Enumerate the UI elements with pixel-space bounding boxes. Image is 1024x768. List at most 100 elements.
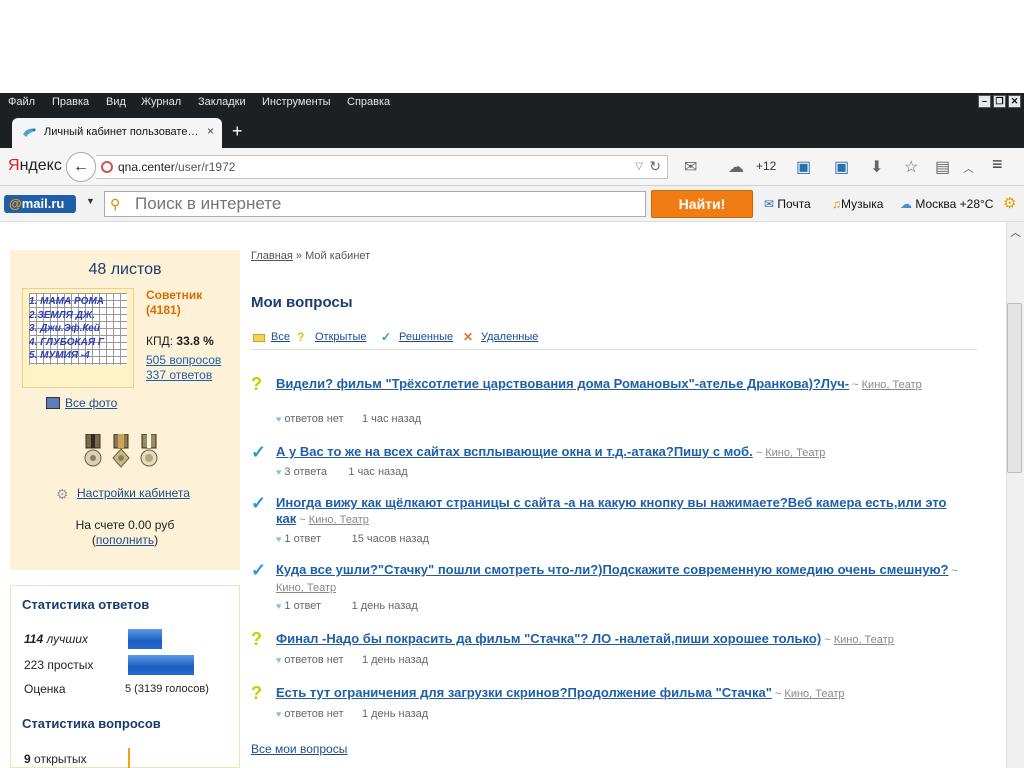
url-host: qna.center [118, 160, 175, 174]
kpd-label: КПД: [146, 334, 174, 348]
weather-cloud-icon[interactable]: ☁ [728, 157, 744, 177]
mailru-dropdown-icon[interactable]: ▼ [86, 196, 95, 206]
url-dropdown-icon[interactable]: ▽ [635, 161, 643, 172]
question-title-link[interactable]: А у Вас то же на всех сайтах всплывающие… [276, 444, 753, 459]
menu-edit[interactable]: Правка [52, 96, 89, 108]
weather-icon: ☁ [900, 197, 912, 211]
question-meta: ♥ ответов нет 1 час назад [276, 413, 421, 425]
checkmark-icon: ✓ [381, 330, 392, 344]
category-separator: ~ [771, 688, 785, 700]
question-meta: ♥ 1 ответ 1 день назад [276, 600, 418, 612]
tab-close-icon[interactable]: × [207, 124, 214, 138]
music-link[interactable]: ♫Музыка [832, 197, 883, 211]
topup-link[interactable]: пополнить [96, 533, 154, 547]
back-button[interactable]: ← [66, 152, 96, 182]
download-icon[interactable]: ⬇ [870, 157, 883, 177]
medal-icon[interactable] [110, 434, 132, 468]
questions-count-link[interactable]: 505 вопросов [146, 353, 221, 367]
category-link[interactable]: Кино, Театр [784, 688, 844, 700]
find-button[interactable]: Найти! [651, 190, 753, 218]
minimize-icon[interactable]: – [978, 95, 991, 108]
mailru-logo[interactable]: @mail.ru [4, 195, 76, 213]
menu-bookmarks[interactable]: Закладки [198, 96, 246, 108]
question-title-link[interactable]: Иногда вижу как щёлкают страницы с сайта… [276, 495, 947, 526]
open-questions-bar [128, 748, 130, 768]
category-link[interactable]: Кино, Театр [834, 634, 894, 646]
qna-favicon-icon [23, 128, 36, 137]
settings-gear-icon[interactable]: ⚙ [1003, 194, 1016, 212]
breadcrumb: Главная » Мой кабинет [251, 250, 370, 262]
restore-icon[interactable]: ❐ [993, 95, 1006, 108]
url-path: /user/r1972 [174, 160, 236, 174]
blank-top-area [0, 0, 1024, 93]
music-icon: ♫ [832, 197, 841, 211]
hamburger-menu-icon[interactable]: ≡ [992, 154, 1003, 175]
mail-link[interactable]: ✉ Почта [764, 197, 811, 211]
category-link[interactable]: Кино, Театр [765, 447, 825, 459]
all-photos-link[interactable]: Все фото [46, 396, 117, 410]
avatar-line: 5. МУМИЯ -4 [29, 350, 90, 361]
category-link[interactable]: Кино, Театр [862, 379, 922, 391]
category-separator: ~ [296, 514, 309, 526]
category-link[interactable]: Кино, Театр [276, 582, 336, 594]
menu-file[interactable]: Файл [8, 96, 35, 108]
medal-icon[interactable] [82, 434, 104, 468]
filter-solved-link[interactable]: Решенные [399, 331, 453, 343]
category-link[interactable]: Кино, Театр [309, 514, 369, 526]
avatar[interactable]: 1. МАМА РОМА 2.ЗЕМЛЯ ДЖ. 3. Джи.Эф.Кей 4… [22, 288, 134, 388]
question-title-link[interactable]: Видели? фильм "Трёхсотлетие царствования… [276, 376, 849, 391]
menu-help[interactable]: Справка [347, 96, 390, 108]
yandex-logo[interactable]: Яндекс [8, 157, 62, 175]
mail-icon[interactable]: ✉ [684, 157, 697, 177]
kpd-value: 33.8 % [176, 334, 214, 348]
browser-tab[interactable]: Личный кабинет пользовате… × [12, 118, 222, 148]
solved-question-icon: ✓ [251, 442, 267, 462]
menu-view[interactable]: Вид [106, 96, 126, 108]
answers-count-link[interactable]: 337 ответов [146, 368, 212, 382]
new-tab-button[interactable]: + [232, 121, 243, 142]
site-identity-icon[interactable] [101, 161, 113, 173]
question-filters: Все ? Открытые ✓ Решенные ✕ Удаленные [251, 331, 977, 350]
breadcrumb-home-link[interactable]: Главная [251, 250, 293, 262]
question-title-link[interactable]: Финал -Надо бы покрасить да фильм "Стачк… [276, 631, 821, 646]
question-title-link[interactable]: Есть тут ограничения для загрузки скрино… [276, 685, 772, 700]
question-time: 1 день назад [351, 600, 418, 612]
balance-text: На счете 0.00 руб [75, 518, 175, 532]
bookmark-c-icon[interactable]: ▣ [834, 157, 849, 177]
avatar-line: 4. ГЛУБОКАЯ Г [29, 337, 105, 348]
rating-value: 5 (3139 голосов) [125, 683, 209, 695]
best-answers-bar [128, 629, 162, 649]
weather-link[interactable]: ☁ Москва +28°C [900, 197, 993, 211]
answers-count: 1 ответ [284, 600, 322, 612]
question-meta: ♥ 3 ответа 1 час назад [276, 466, 408, 478]
reload-icon[interactable]: ↻ [649, 158, 661, 175]
scroll-up-arrow-icon[interactable]: ︿ [1010, 224, 1021, 240]
search-input[interactable] [104, 191, 646, 217]
tab-title: Личный кабинет пользовате… [44, 126, 199, 138]
open-question-icon: ? [251, 629, 262, 649]
chevron-up-icon[interactable]: ︿ [963, 160, 974, 176]
filter-all-link[interactable]: Все [271, 331, 290, 343]
menu-tools[interactable]: Инструменты [262, 96, 331, 108]
cabinet-settings-link[interactable]: Настройки кабинета [56, 486, 190, 500]
simple-answers-label: простых [47, 658, 94, 672]
best-answers-label: лучших [46, 632, 88, 646]
close-window-icon[interactable]: ✕ [1008, 95, 1021, 108]
filter-deleted-link[interactable]: Удаленные [481, 331, 538, 343]
menu-history[interactable]: Журнал [141, 96, 181, 108]
cross-icon: ✕ [463, 330, 474, 344]
window-controls: – ❐ ✕ [978, 95, 1021, 109]
question-title-link[interactable]: Куда все ушли?"Стачку" пошли смотреть чт… [276, 562, 949, 577]
mailru-logo-name: mail [21, 196, 48, 211]
scrollbar-thumb[interactable] [1007, 303, 1022, 473]
mailru-logo-at: @ [9, 196, 22, 211]
question-stats-title: Статистика вопросов [22, 716, 161, 731]
url-text[interactable]: qna.center/user/r1972 [118, 160, 235, 174]
all-my-questions-link[interactable]: Все мои вопросы [251, 742, 347, 756]
url-bar[interactable]: qna.center/user/r1972 ▽ ↻ [96, 155, 668, 179]
clipboard-icon[interactable]: ▤ [935, 157, 950, 177]
medal-icon[interactable] [138, 434, 160, 468]
star-icon[interactable]: ☆ [904, 157, 918, 177]
bookmark-p-icon[interactable]: ▣ [796, 157, 811, 177]
filter-open-link[interactable]: Открытые [315, 331, 367, 343]
